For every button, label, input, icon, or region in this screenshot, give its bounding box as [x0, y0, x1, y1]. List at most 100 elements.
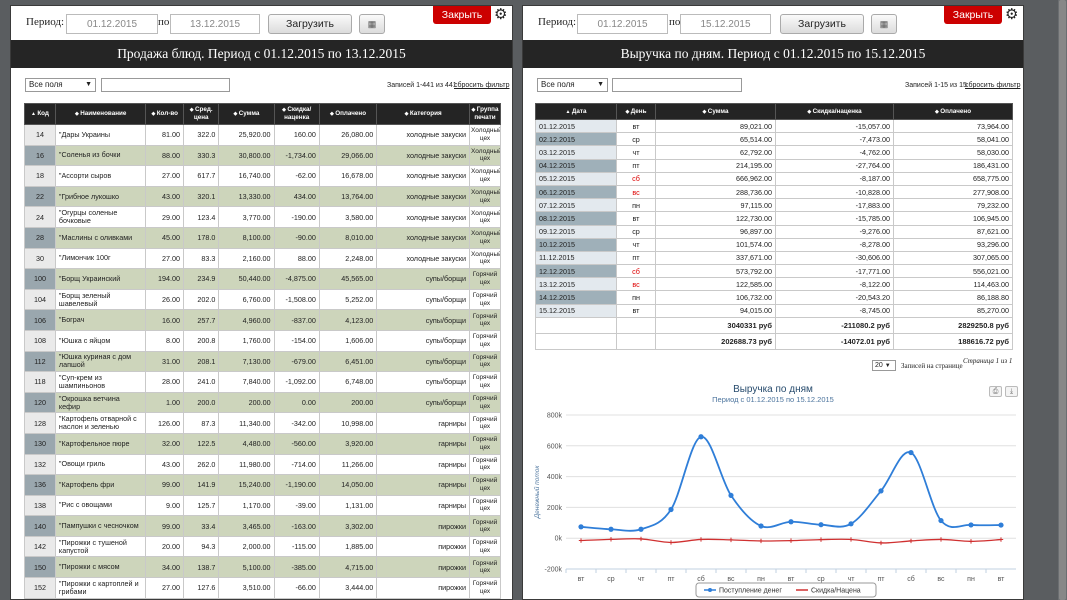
- load-button[interactable]: Загрузить: [268, 14, 352, 34]
- table-row[interactable]: 28 "Маслины с оливками 45.00 178.0 8,100.00-…: [24, 226, 501, 249]
- date-from-input[interactable]: [577, 14, 668, 34]
- table-row[interactable]: 30 "Лимончик 100г 27.00 83.3 2,160.00 88.00 2,…: [24, 247, 501, 270]
- close-button[interactable]: Закрыть: [944, 6, 1002, 24]
- table-row[interactable]: 130 "Картофельное пюре 32.00 122.5 4,480.00-…: [24, 432, 501, 455]
- table-row[interactable]: 14 "Дары Украины 81.00 322.0 25,920.00 160.00…: [24, 124, 501, 146]
- table-row[interactable]: 128 "Картофель отварной с наслон и зелень…: [24, 412, 501, 434]
- column-header[interactable]: ▲ Дата: [535, 103, 617, 120]
- reset-filter-link[interactable]: сбросить фильтр: [454, 82, 509, 89]
- date-to-input[interactable]: [170, 14, 260, 34]
- grid-icon[interactable]: ▦: [359, 14, 385, 34]
- table-row[interactable]: 11.12.2015 пт 337,671.00 -30,606.00 307,065.…: [535, 250, 1013, 266]
- table-row[interactable]: 07.12.2015 пн 97,115.00 -17,883.00 79,232.00: [535, 198, 1013, 213]
- table-cell: 30: [24, 247, 56, 270]
- table-row[interactable]: 120 "Окрошка ветчина кефир 1.00 200.0 200.00…: [24, 391, 501, 414]
- table-row[interactable]: 02.12.2015 ср 65,514.00 -7,473.00 58,041.00: [535, 132, 1013, 147]
- table-row[interactable]: 104 "Борщ зеленый шавелевый 26.00 202.0 6,76…: [24, 288, 501, 311]
- table-cell: 99.00: [145, 515, 185, 537]
- data-point: [578, 524, 584, 530]
- table-row[interactable]: 152 "Пирожки с картоплей и грибами 27.00 12…: [24, 577, 501, 599]
- column-header[interactable]: ▲ Код: [24, 103, 56, 125]
- table-row[interactable]: 138 "Рис с овощами 9.00 125.7 1,170.00 -39.00…: [24, 494, 501, 517]
- table-row[interactable]: 13.12.2015 вс 122,585.00 -8,122.00 114,463.0…: [535, 277, 1013, 292]
- column-header[interactable]: ◆ Скидка/наценка: [775, 103, 894, 120]
- date-from-input[interactable]: [66, 14, 158, 34]
- table-row[interactable]: 132 "Овощи гриль 43.00 262.0 11,980.00 -714.0…: [24, 453, 501, 476]
- x-tick-label: вт: [578, 576, 586, 583]
- table-row[interactable]: 112 "Юшка куриная с дом лапшой 31.00 208.1 7…: [24, 350, 501, 373]
- page-scrollbar[interactable]: [1058, 0, 1067, 600]
- table-cell: -39.00: [273, 494, 320, 517]
- filter-input[interactable]: [101, 78, 230, 92]
- table-row[interactable]: 100 "Борщ Украинский 194.00 234.9 50,440.00-…: [24, 268, 501, 290]
- table-row[interactable]: 05.12.2015 сб 666,962.00 -8,187.00 658,775.0…: [535, 171, 1013, 186]
- column-header[interactable]: ◆ Скидка/ наценка: [273, 103, 320, 125]
- x-tick-label: пн: [967, 576, 975, 583]
- table-row[interactable]: 136 "Картофель фри 99.00 141.9 15,240.00 -1,1…: [24, 474, 501, 496]
- table-row[interactable]: 22 "Грибное лукошко 43.00 320.1 13,330.00 434…: [24, 185, 501, 208]
- download-icon[interactable]: ⤓: [1005, 386, 1018, 397]
- table-row[interactable]: 140 "Пампушки с чесночком 99.00 33.4 3,465.0…: [24, 515, 501, 537]
- column-header[interactable]: ◆ Сред. цена: [183, 103, 220, 125]
- table-row[interactable]: 15.12.2015 вт 94,015.00 -8,745.00 85,270.00: [535, 303, 1013, 318]
- summary-row: 202688.73 руб -14072.01 руб 188616.72 руб: [535, 332, 1013, 350]
- field-filter-select[interactable]: Все поля ▼: [537, 78, 608, 92]
- column-header[interactable]: ◆ Группа печати: [469, 103, 501, 125]
- filter-input[interactable]: [612, 78, 742, 92]
- data-point: [758, 523, 764, 529]
- table-cell: 178.0: [183, 226, 220, 249]
- column-header[interactable]: ◆ Сумма: [655, 103, 776, 120]
- field-filter-select[interactable]: Все поля ▼: [25, 78, 96, 92]
- table-cell: 27.00: [145, 577, 185, 599]
- table-row[interactable]: 10.12.2015 чт 101,574.00 -8,278.00 93,296.00: [535, 237, 1013, 252]
- table-row[interactable]: 118 "Суп-крем из шампиньонов 28.00 241.0 7,8…: [24, 371, 501, 393]
- date-to-input[interactable]: [680, 14, 771, 34]
- table-row[interactable]: 106 "Бограч 16.00 257.7 4,960.00 -837.00 4,123…: [24, 309, 501, 331]
- table-cell: -27,764.00: [775, 158, 894, 173]
- table-row[interactable]: 08.12.2015 вт 122,730.00 -15,785.00 106,945.…: [535, 211, 1013, 226]
- table-cell: -154.00: [273, 329, 320, 352]
- table-cell: -385.00: [273, 556, 320, 579]
- x-tick-label: сб: [697, 575, 705, 583]
- column-header[interactable]: ◆ Сумма: [218, 103, 275, 125]
- table-row[interactable]: 14.12.2015 пн 106,732.00 -20,543.20 86,188.8…: [535, 290, 1013, 305]
- table-row[interactable]: 142 "Пирожки с тушеной капустой 20.00 94.3 2…: [24, 535, 501, 558]
- table-cell: 86,188.80: [893, 290, 1013, 305]
- page-size-select[interactable]: 20 ▼: [872, 360, 896, 371]
- y-tick-label: 0k: [555, 536, 563, 543]
- table-row[interactable]: 24 "Огурцы соленые бочковые 29.00 123.4 3,77…: [24, 206, 501, 228]
- table-row[interactable]: 18 "Ассорти сыров 27.00 617.7 16,740.00 -62.0…: [24, 165, 501, 187]
- table-row[interactable]: 16 "Соленья из бочки 88.00 330.3 30,800.00 -1…: [24, 144, 501, 167]
- table-cell: 15,240.00: [218, 474, 275, 496]
- grid-icon[interactable]: ▦: [871, 14, 897, 34]
- table-cell: супы/борщи: [376, 268, 471, 290]
- print-icon[interactable]: ⎙: [989, 386, 1002, 397]
- table-row[interactable]: 09.12.2015 ср 96,897.00 -9,276.00 87,621.00: [535, 224, 1013, 239]
- column-header[interactable]: ◆ Кол-во: [145, 103, 185, 125]
- scrollbar-thumb[interactable]: [1059, 0, 1066, 600]
- load-button[interactable]: Загрузить: [780, 14, 864, 34]
- table-row[interactable]: 01.12.2015 вт 89,021.00 -15,057.00 73,964.00: [535, 118, 1013, 134]
- reset-filter-link[interactable]: сбросить фильтр: [965, 82, 1020, 89]
- table-cell: "Пирожки с картоплей и грибами: [54, 577, 147, 599]
- table-row[interactable]: 150 "Пирожки с мясом 34.00 138.7 5,100.00 -38…: [24, 556, 501, 579]
- table-row[interactable]: 03.12.2015 чт 62,792.00 -4,762.00 58,030.00: [535, 145, 1013, 160]
- table-row[interactable]: 06.12.2015 вс 288,736.00 -10,828.00 277,908.…: [535, 184, 1013, 200]
- column-header[interactable]: ◆ День: [616, 103, 656, 120]
- table-cell: гарниры: [376, 474, 471, 496]
- column-header[interactable]: ◆ Наименование: [54, 103, 147, 125]
- table-row[interactable]: 04.12.2015 пт 214,195.00 -27,764.00 186,431.…: [535, 158, 1013, 173]
- close-button[interactable]: Закрыть: [433, 6, 491, 24]
- column-header[interactable]: ◆ Оплачено: [318, 103, 378, 125]
- table-cell: супы/борщи: [376, 350, 471, 373]
- column-header-label: Категория: [409, 110, 442, 117]
- gear-icon[interactable]: ⚙: [1005, 7, 1018, 23]
- column-header[interactable]: ◆ Категория: [376, 103, 471, 125]
- table-row[interactable]: 12.12.2015 сб 573,792.00 -17,771.00 556,021.…: [535, 264, 1013, 279]
- gear-icon[interactable]: ⚙: [494, 7, 507, 23]
- column-header[interactable]: ◆ Оплачено: [893, 103, 1013, 120]
- x-tick-label: вс: [727, 576, 735, 583]
- table-cell: 6,451.00: [318, 350, 378, 373]
- table-row[interactable]: 108 "Юшка с яйцом 8.00 200.8 1,760.00 -154.00…: [24, 329, 501, 352]
- table-cell: 94.3: [183, 535, 220, 558]
